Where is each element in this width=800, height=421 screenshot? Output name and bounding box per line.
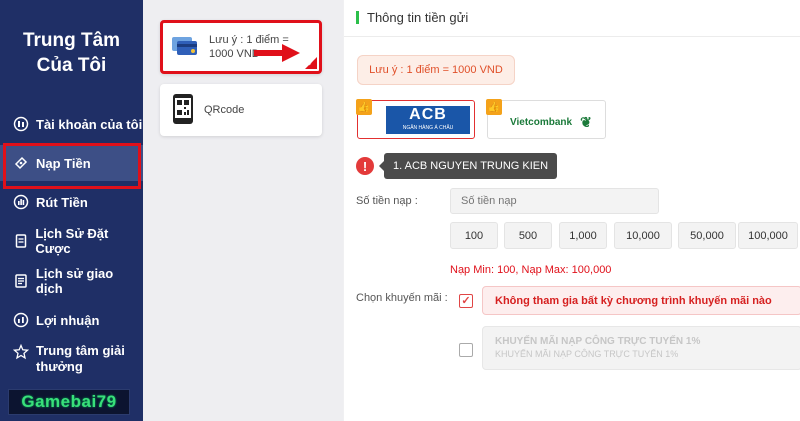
- title-accent-bar: [356, 11, 359, 24]
- sidebar-item-account[interactable]: Tài khoản của tôi: [0, 106, 143, 142]
- reward-icon: [12, 343, 30, 361]
- account-icon: [12, 115, 30, 133]
- qrcode-icon: [172, 93, 194, 128]
- thumbs-up-icon: 👍: [486, 99, 502, 115]
- sidebar-item-bet-history[interactable]: Lịch Sử Đặt Cược: [0, 223, 143, 259]
- deposit-method-list: Lưu ý : 1 điểm = 1000 VND ✓ QRcode: [143, 0, 343, 421]
- sidebar-item-deposit[interactable]: Nạp Tiền: [0, 145, 143, 181]
- acb-logo: ACB NGÂN HÀNG Á CHÂU: [386, 106, 470, 134]
- method-qrcode[interactable]: QRcode: [160, 84, 322, 136]
- arrow-pointer-icon: [254, 44, 300, 62]
- promo-option-online-1pct[interactable]: KHUYẾN MÃI NẠP CÔNG TRỰC TUYẾN 1% KHUYẾN…: [482, 326, 800, 370]
- promo-checkbox-online-1pct[interactable]: [459, 343, 473, 357]
- sidebar-item-withdraw[interactable]: Rút Tiền: [0, 184, 143, 220]
- card-icon: [171, 35, 199, 60]
- sidebar-item-transaction-history[interactable]: Lịch sử giao dịch: [0, 263, 143, 299]
- amount-button-50000[interactable]: 50,000: [678, 222, 736, 249]
- selected-check-icon: ✓: [305, 57, 317, 69]
- bank-option-vietcombank[interactable]: 👍 Vietcombank ❦: [486, 99, 606, 139]
- amount-button-100000[interactable]: 100,000: [738, 222, 798, 249]
- sidebar: Trung Tâm Của Tôi Tài khoản của tôi Nạp …: [0, 0, 143, 421]
- amount-label: Số tiền nạp :: [356, 195, 418, 207]
- promo-label: Chọn khuyến mãi :: [356, 292, 448, 304]
- bank-option-acb[interactable]: 👍 ACB NGÂN HÀNG Á CHÂU: [356, 99, 475, 139]
- section-title: Thông tin tiền gửi: [356, 10, 468, 25]
- header-divider: [344, 36, 800, 37]
- deposit-info-panel: Thông tin tiền gửi Lưu ý : 1 điểm = 1000…: [344, 0, 800, 421]
- amount-input[interactable]: [450, 188, 659, 214]
- leaf-icon: ❦: [580, 114, 592, 130]
- vietcombank-logo: Vietcombank ❦: [510, 114, 592, 130]
- bank-account-tooltip: 1. ACB NGUYEN TRUNG KIEN: [378, 153, 558, 179]
- profit-icon: [12, 311, 30, 329]
- sidebar-item-reward-center[interactable]: Trung tâm giải thưởng: [0, 343, 143, 383]
- amount-button-10000[interactable]: 10,000: [614, 222, 672, 249]
- brand-logo: Gamebai79: [8, 389, 130, 415]
- thumbs-up-icon: 👍: [356, 99, 372, 115]
- deposit-icon: [12, 154, 30, 172]
- conversion-note: Lưu ý : 1 điểm = 1000 VND: [357, 55, 515, 85]
- transaction-history-icon: [12, 272, 30, 290]
- amount-button-1000[interactable]: 1,000: [559, 222, 607, 249]
- sidebar-title: Trung Tâm Của Tôi: [22, 30, 121, 76]
- warning-icon: !: [356, 157, 374, 175]
- amount-button-100[interactable]: 100: [450, 222, 498, 249]
- promo-checkbox-none[interactable]: ✓: [459, 294, 473, 308]
- amount-button-500[interactable]: 500: [504, 222, 552, 249]
- bet-history-icon: [12, 232, 29, 250]
- sidebar-item-profit[interactable]: Lợi nhuận: [0, 302, 143, 338]
- deposit-limits: Nạp Min: 100, Nạp Max: 100,000: [450, 264, 612, 276]
- promo-option-none[interactable]: Không tham gia bất kỳ chương trình khuyế…: [482, 286, 800, 315]
- withdraw-icon: [12, 193, 30, 211]
